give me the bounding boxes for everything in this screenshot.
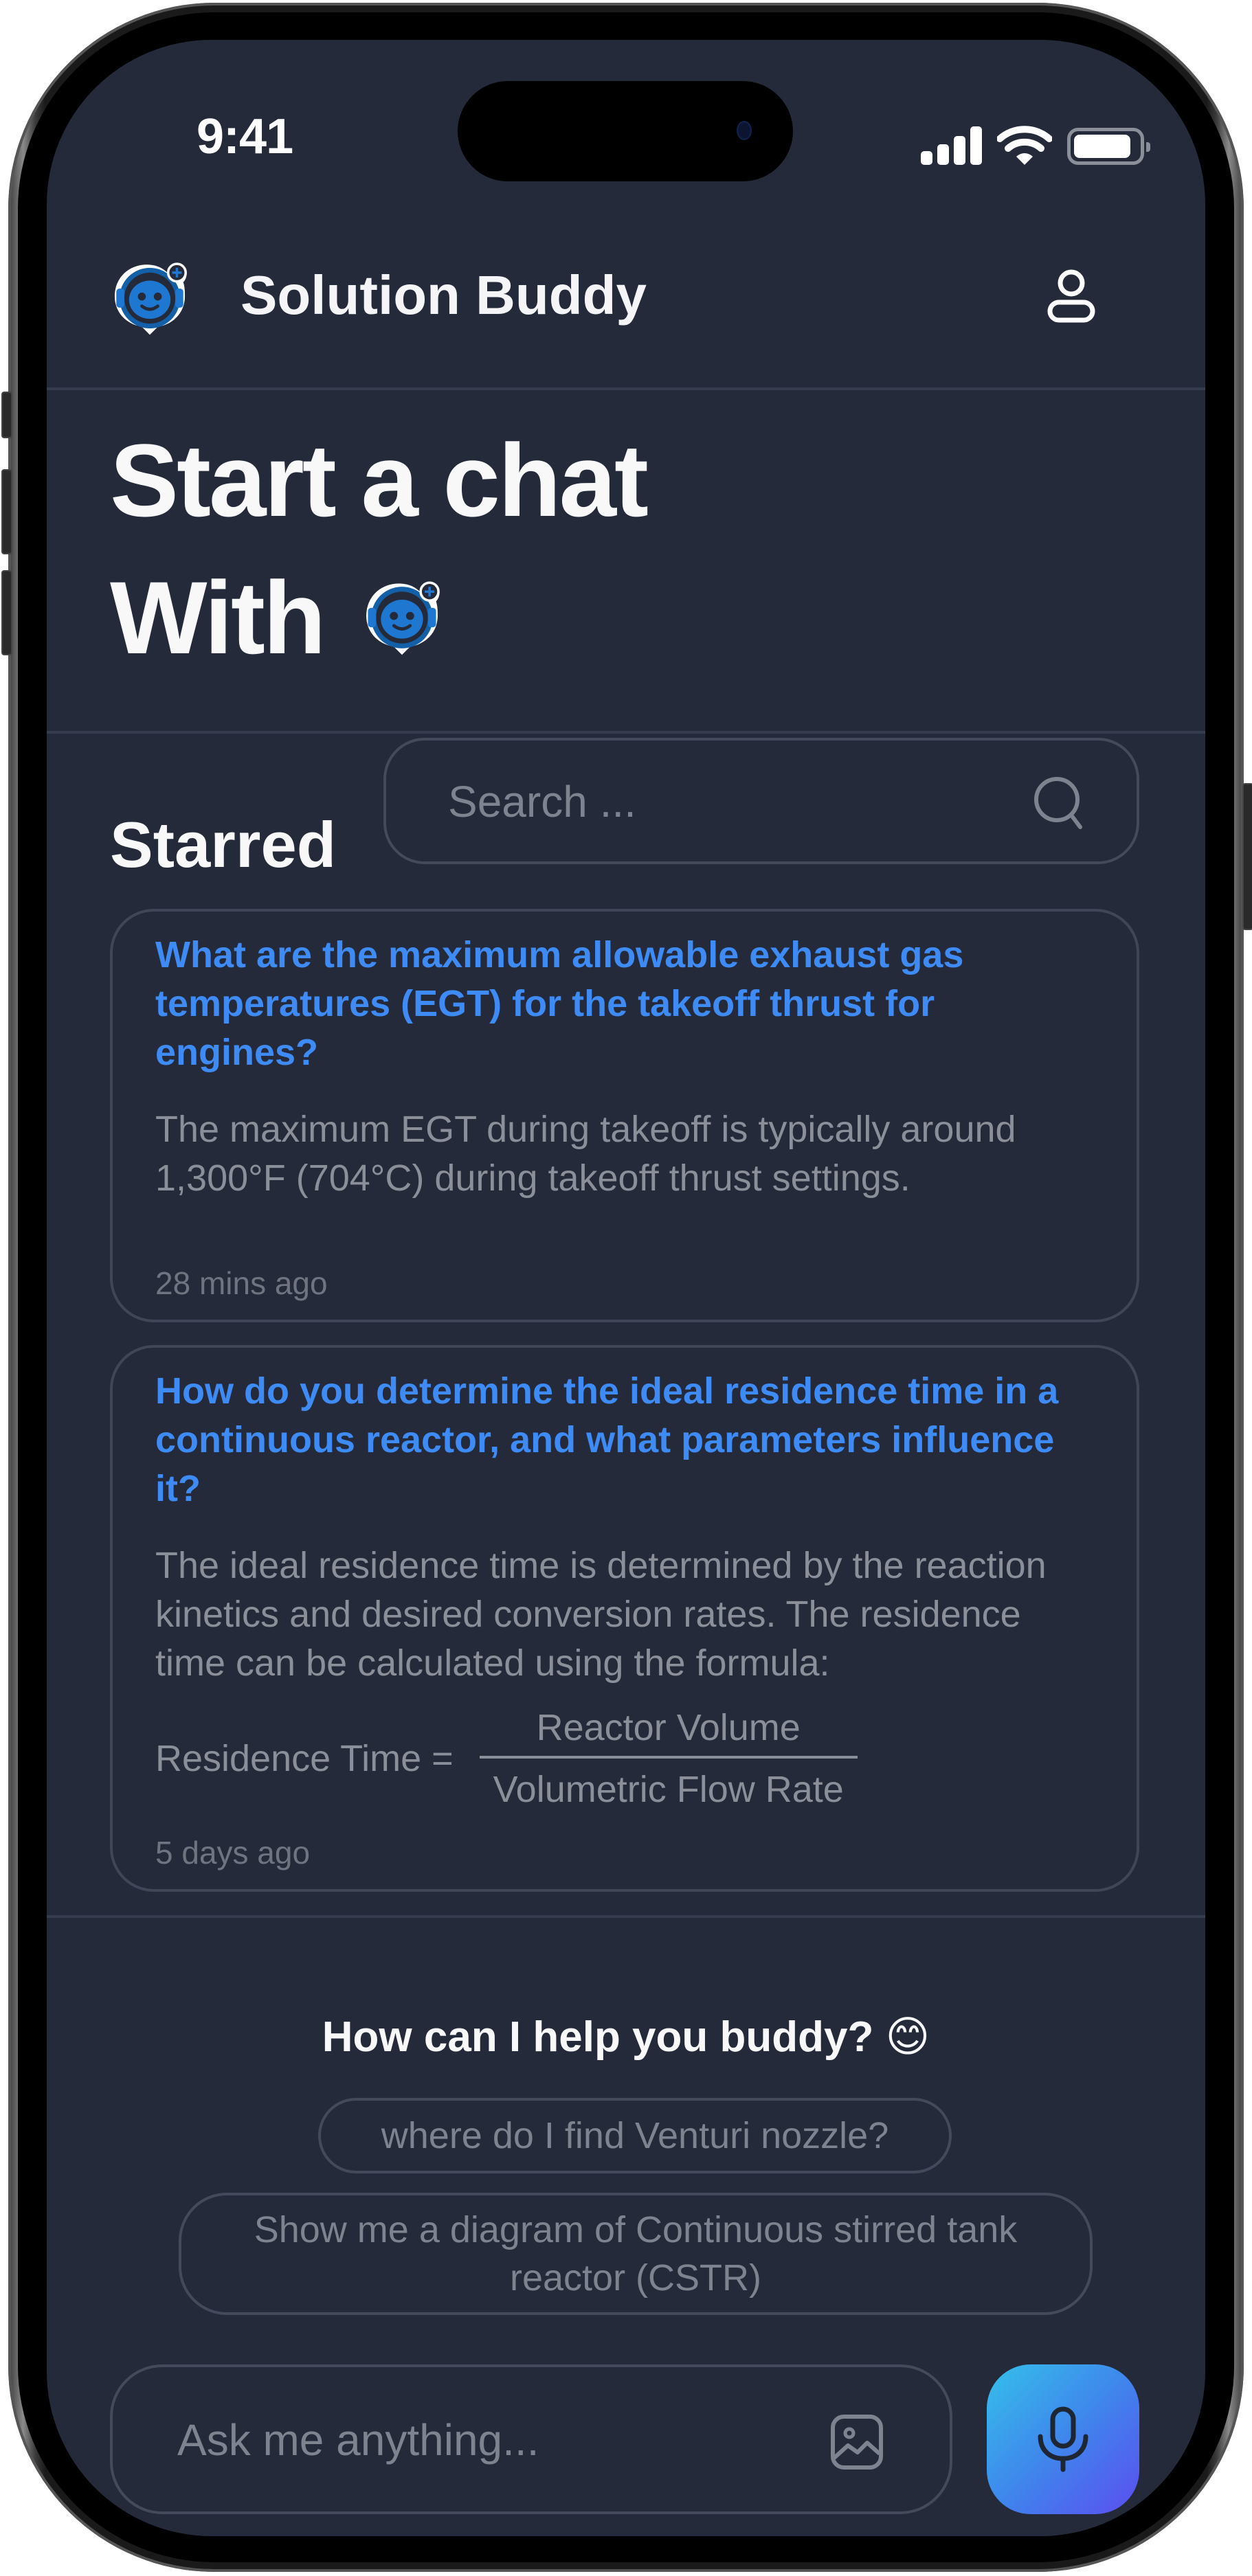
robot-chat-logo-icon	[366, 581, 440, 655]
ask-input-box	[110, 2364, 952, 2514]
hero-title-line2: With	[110, 566, 443, 669]
volume-up-button	[1, 469, 12, 554]
formula-fraction: Reactor Volume Volumetric Flow Rate	[479, 1706, 858, 1811]
ask-input[interactable]	[176, 2367, 770, 2513]
card-timestamp: 5 days ago	[155, 1835, 311, 1871]
search-input[interactable]	[447, 741, 985, 863]
starred-chat-card[interactable]: How do you determine the ideal residence…	[110, 1345, 1139, 1892]
cellular-signal-icon	[921, 126, 982, 165]
suggestion-chip[interactable]: where do I find Venturi nozzle?	[318, 2098, 952, 2173]
formula-numerator: Reactor Volume	[536, 1707, 801, 1748]
card-answer: The maximum EGT during takeoff is typica…	[155, 1109, 1016, 1199]
assistant-panel: How can I help you buddy? 😊 where do I f…	[47, 1915, 1205, 2536]
starred-heading: Starred	[110, 809, 337, 881]
microphone-icon	[1038, 2406, 1088, 2472]
hero-with-text: With	[110, 560, 326, 675]
starred-chat-card[interactable]: What are the maximum allowable exhaust g…	[110, 909, 1139, 1322]
action-button	[1, 392, 12, 438]
power-button	[1242, 783, 1252, 930]
status-icons	[921, 124, 1150, 165]
help-prompt: How can I help you buddy? 😊	[322, 2013, 930, 2061]
card-timestamp: 28 mins ago	[155, 1265, 328, 1301]
hero-title-line1: Start a chat	[110, 422, 649, 538]
formula-denominator: Volumetric Flow Rate	[493, 1769, 844, 1810]
image-icon[interactable]	[827, 2413, 886, 2472]
card-answer: The ideal residence time is determined b…	[155, 1545, 1047, 1684]
card-question: How do you determine the ideal residence…	[155, 1370, 1059, 1509]
robot-chat-logo-icon	[114, 262, 187, 335]
search-box	[383, 738, 1139, 864]
status-time: 9:41	[197, 109, 293, 164]
microphone-button[interactable]	[987, 2364, 1139, 2514]
residence-time-formula: Residence Time = Reactor Volume Volumetr…	[155, 1706, 858, 1811]
app-header: Solution Buddy	[47, 220, 1205, 390]
suggestion-chip[interactable]: Show me a diagram of Continuous stirred …	[179, 2193, 1093, 2315]
search-icon[interactable]	[1031, 773, 1088, 831]
volume-down-button	[1, 570, 12, 655]
wifi-icon	[997, 126, 1052, 165]
card-question: What are the maximum allowable exhaust g…	[155, 934, 964, 1073]
app-screen: 9:41 Solution Buddy Start a chat With St…	[47, 40, 1205, 2536]
profile-user-icon[interactable]	[1040, 264, 1102, 326]
battery-icon	[1067, 128, 1150, 165]
dynamic-island	[458, 81, 793, 181]
hero-section: Start a chat With	[47, 390, 1205, 734]
formula-lhs: Residence Time =	[155, 1738, 454, 1779]
app-title: Solution Buddy	[241, 264, 647, 326]
camera-icon	[737, 121, 752, 140]
